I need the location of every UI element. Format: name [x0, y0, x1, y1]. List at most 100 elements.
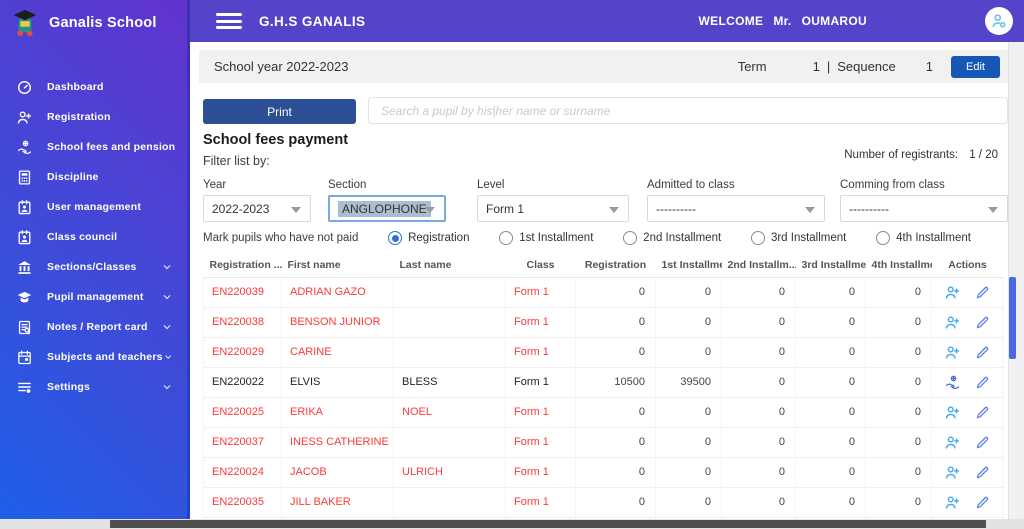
- horizontal-scrollbar[interactable]: [0, 519, 1024, 529]
- pay-fees-icon[interactable]: [944, 374, 961, 391]
- sidebar-item-pupil-management[interactable]: Pupil management: [0, 282, 187, 312]
- edit-button[interactable]: Edit: [951, 56, 1000, 78]
- fees-table: Registration ...First nameLast nameClass…: [203, 254, 1003, 518]
- horizontal-scrollbar-thumb[interactable]: [110, 520, 986, 528]
- select-value: 2022-2023: [212, 202, 269, 216]
- sidebar-item-discipline[interactable]: Discipline: [0, 162, 187, 192]
- radio-button-icon[interactable]: [751, 231, 765, 245]
- search-input[interactable]: [368, 97, 1008, 124]
- sidebar-item-label: Sections/Classes: [47, 261, 161, 273]
- hamburger-menu-icon[interactable]: [216, 13, 242, 29]
- term-sequence-group: Term 1 | Sequence 1 Edit: [738, 56, 1000, 78]
- cell-first-name: JACOB: [282, 457, 394, 487]
- radio-registration[interactable]: Registration: [388, 231, 469, 245]
- column-header-2nd-installm[interactable]: 2nd Installm...: [722, 254, 796, 277]
- cell-installment-4: 0: [866, 457, 932, 487]
- cell-installment-3: 0: [796, 337, 866, 367]
- select-value: ----------: [849, 202, 889, 216]
- sidebar-item-user-management[interactable]: User management: [0, 192, 187, 222]
- column-header-actions[interactable]: Actions: [932, 254, 1004, 277]
- column-header-class[interactable]: Class: [506, 254, 576, 277]
- add-payment-icon[interactable]: [944, 284, 961, 301]
- brand: Ganalis School: [0, 0, 187, 46]
- edit-pencil-icon[interactable]: [974, 404, 991, 421]
- filter-section: SectionANGLOPHONE: [328, 179, 446, 222]
- add-payment-icon[interactable]: [944, 404, 961, 421]
- edit-pencil-icon[interactable]: [974, 494, 991, 511]
- edit-pencil-icon[interactable]: [974, 374, 991, 391]
- edit-pencil-icon[interactable]: [974, 344, 991, 361]
- column-header-1st-installment[interactable]: 1st Installment: [656, 254, 722, 277]
- id-card-icon: [16, 199, 33, 216]
- admitted-to-class-select[interactable]: ----------: [647, 195, 825, 222]
- column-header-4th-installment[interactable]: 4th Installment: [866, 254, 932, 277]
- radio-button-icon[interactable]: [499, 231, 513, 245]
- add-payment-icon[interactable]: [944, 314, 961, 331]
- cell-registration-no: EN220035: [204, 487, 282, 517]
- cell-registration-no: EN220025: [204, 397, 282, 427]
- radio-1st-installment[interactable]: 1st Installment: [499, 231, 593, 245]
- sidebar-item-registration[interactable]: Registration: [0, 102, 187, 132]
- add-payment-icon[interactable]: [944, 464, 961, 481]
- column-header-registration[interactable]: Registration ...: [204, 254, 282, 277]
- add-payment-icon[interactable]: [944, 494, 961, 511]
- welcome-label: WELCOME: [699, 14, 764, 28]
- cell-actions: [932, 307, 1004, 337]
- chevron-down-icon: [161, 381, 173, 393]
- column-header-registration[interactable]: Registration: [576, 254, 656, 277]
- edit-pencil-icon[interactable]: [974, 284, 991, 301]
- cell-installment-4: 0: [866, 277, 932, 307]
- cell-installment-1: 0: [656, 427, 722, 457]
- cell-installment-1: 0: [656, 457, 722, 487]
- sidebar-item-sections-classes[interactable]: Sections/Classes: [0, 252, 187, 282]
- sidebar-item-dashboard[interactable]: Dashboard: [0, 72, 187, 102]
- radio-button-icon[interactable]: [623, 231, 637, 245]
- cell-first-name: JILL BAKER: [282, 487, 394, 517]
- cell-registration-no: EN220037: [204, 427, 282, 457]
- sidebar-item-settings[interactable]: Settings: [0, 372, 187, 402]
- level-select[interactable]: Form 1: [477, 195, 629, 222]
- sidebar-item-notes-report-card[interactable]: Notes / Report card: [0, 312, 187, 342]
- radio-button-icon[interactable]: [876, 231, 890, 245]
- radio-3rd-installment[interactable]: 3rd Installment: [751, 231, 846, 245]
- comming-from-class-select[interactable]: ----------: [840, 195, 1008, 222]
- sidebar-item-school-fees-and-pension[interactable]: School fees and pension: [0, 132, 187, 162]
- mark-unpaid-row: Mark pupils who have not paid Registrati…: [203, 231, 971, 245]
- edit-pencil-icon[interactable]: [974, 464, 991, 481]
- mark-unpaid-label: Mark pupils who have not paid: [203, 232, 358, 244]
- caret-down-icon: [988, 207, 998, 213]
- cell-installment-3: 0: [796, 457, 866, 487]
- sidebar-item-label: Subjects and teachers: [47, 351, 163, 363]
- radio-button-icon[interactable]: [388, 231, 402, 245]
- table-row: EN220025ERIKANOELForm 100000: [204, 397, 1004, 427]
- radio-4th-installment[interactable]: 4th Installment: [876, 231, 971, 245]
- column-header-3rd-installme[interactable]: 3rd Installme...: [796, 254, 866, 277]
- year-select[interactable]: 2022-2023: [203, 195, 311, 222]
- add-payment-icon[interactable]: [944, 344, 961, 361]
- table-scrollbar[interactable]: [1009, 277, 1016, 517]
- registrants-count: Number of registrants: 1 / 20: [844, 149, 998, 161]
- table-scrollbar-thumb[interactable]: [1009, 277, 1016, 359]
- cell-actions: [932, 427, 1004, 457]
- sidebar-item-subjects-and-teachers[interactable]: Subjects and teachers: [0, 342, 187, 372]
- top-header: G.H.S GANALIS WELCOME Mr. OUMAROU: [190, 0, 1024, 42]
- caret-down-icon: [425, 207, 435, 213]
- cell-first-name: ERIKA: [282, 397, 394, 427]
- cell-installment-1: 0: [656, 277, 722, 307]
- sidebar-item-class-council[interactable]: Class council: [0, 222, 187, 252]
- cell-registration-no: EN220039: [204, 277, 282, 307]
- edit-pencil-icon[interactable]: [974, 434, 991, 451]
- section-select[interactable]: ANGLOPHONE: [328, 195, 446, 222]
- person-add-icon: [16, 109, 33, 126]
- column-header-last-name[interactable]: Last name: [394, 254, 506, 277]
- radio-2nd-installment[interactable]: 2nd Installment: [623, 231, 721, 245]
- chevron-down-icon: [163, 351, 173, 363]
- sidebar-item-label: Pupil management: [47, 291, 161, 303]
- print-button[interactable]: Print: [203, 99, 356, 124]
- welcome-text: WELCOME Mr. OUMAROU: [699, 14, 867, 28]
- cell-first-name: ELVIS: [282, 367, 394, 397]
- user-avatar[interactable]: [985, 7, 1013, 35]
- column-header-first-name[interactable]: First name: [282, 254, 394, 277]
- edit-pencil-icon[interactable]: [974, 314, 991, 331]
- add-payment-icon[interactable]: [944, 434, 961, 451]
